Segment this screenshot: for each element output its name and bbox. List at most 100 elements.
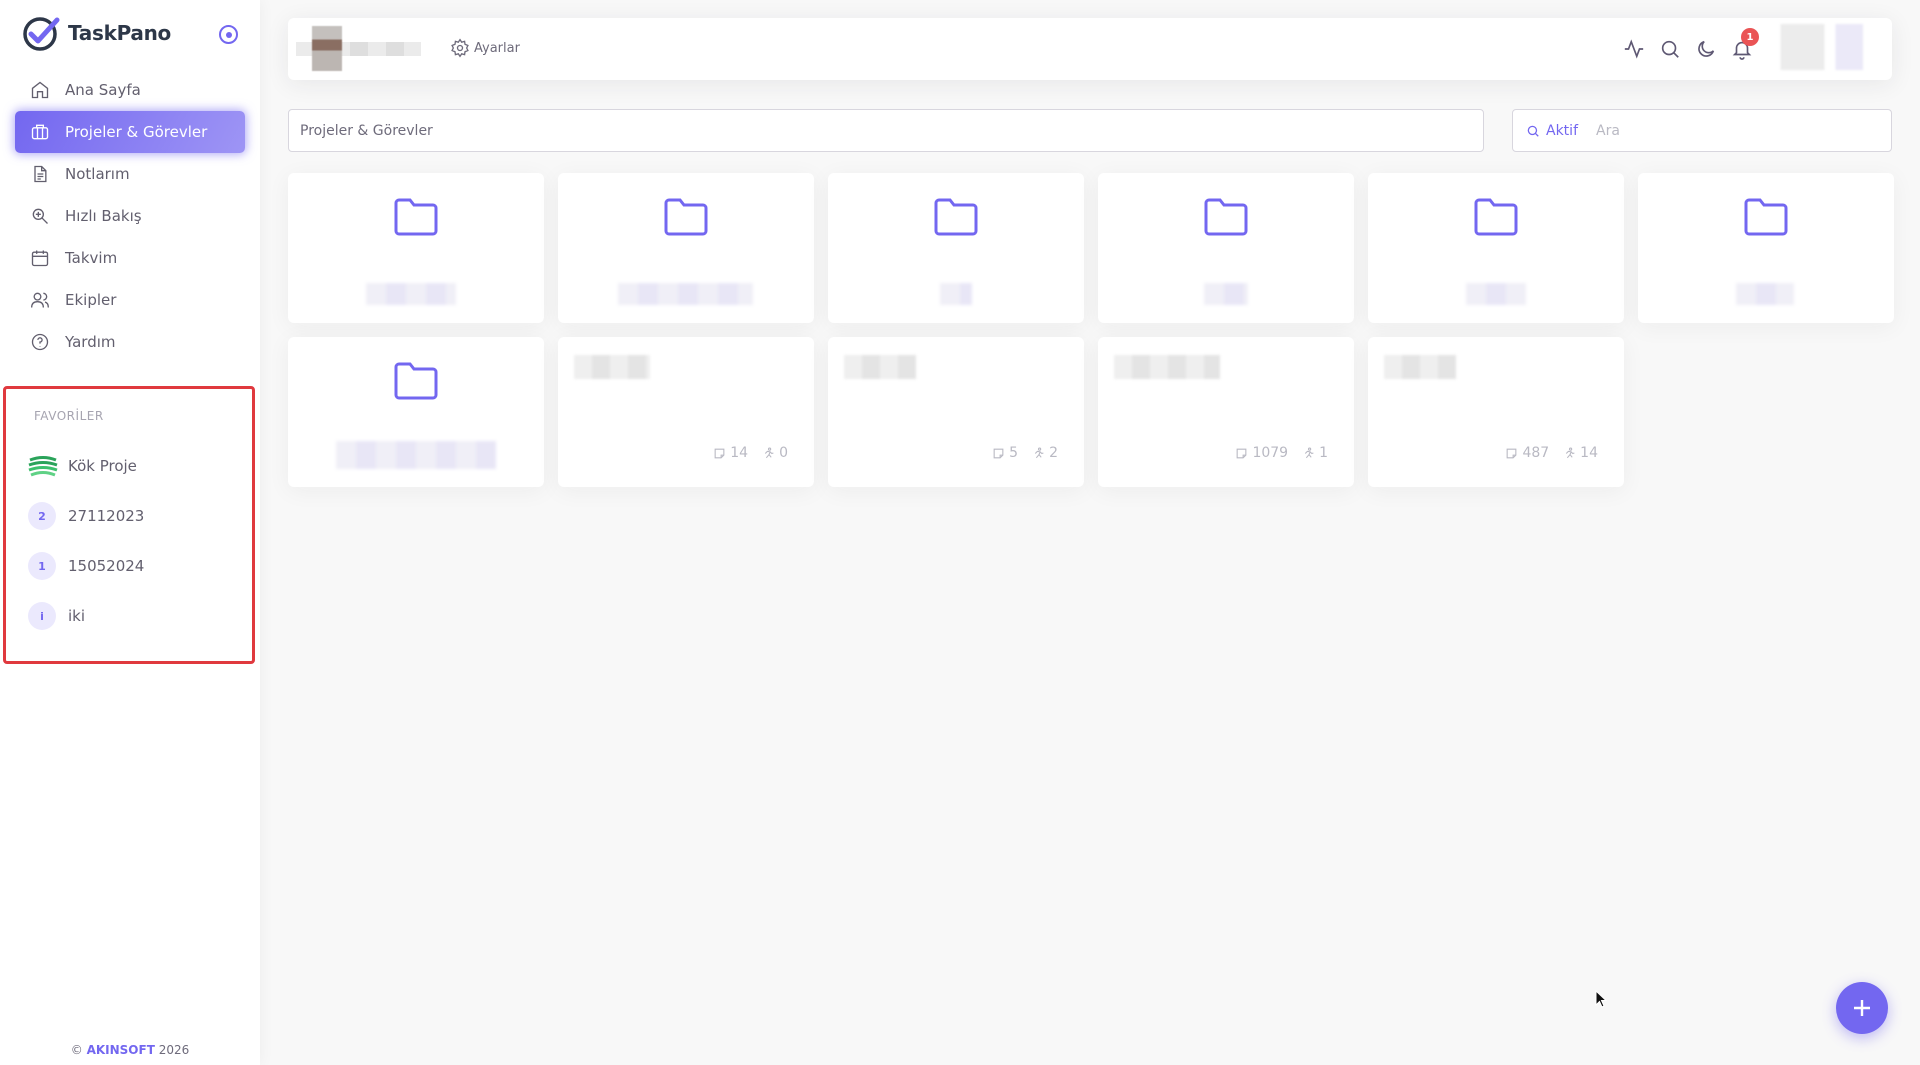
notes-count: 5	[992, 445, 1018, 461]
folder-icon	[392, 359, 440, 403]
user-profile-redacted[interactable]	[1775, 24, 1885, 70]
folder-card[interactable]	[1638, 173, 1894, 323]
favorite-item-iki[interactable]: i iki	[28, 601, 85, 631]
folder-card[interactable]	[828, 173, 1084, 323]
mouse-cursor-icon	[1595, 990, 1607, 1008]
task-stats: 14 0	[699, 445, 788, 461]
main-nav: Ana Sayfa Projeler & Görevler Notlarım H…	[15, 69, 245, 363]
favorite-label: 27112023	[68, 507, 145, 525]
nav-item-quick-view[interactable]: Hızlı Bakış	[15, 195, 245, 237]
nav-item-help[interactable]: Yardım	[15, 321, 245, 363]
breadcrumb: Projeler & Görevler	[288, 109, 1484, 152]
runner-icon	[1304, 447, 1314, 458]
runner-icon	[764, 447, 774, 458]
favorite-label: iki	[68, 607, 86, 625]
task-title-redacted	[1114, 355, 1220, 379]
workspace-avatar-redacted[interactable]	[312, 26, 342, 71]
nav-label: Ekipler	[65, 291, 117, 309]
users-icon	[31, 292, 49, 308]
folder-icon	[392, 195, 440, 239]
project-search[interactable]: Aktif	[1512, 109, 1892, 152]
nav-label: Hızlı Bakış	[65, 207, 142, 225]
folder-card[interactable]	[1368, 173, 1624, 323]
favorite-label: Kök Proje	[68, 457, 137, 475]
task-card[interactable]: 5 2	[828, 337, 1084, 487]
folder-name-redacted	[1466, 283, 1526, 305]
folder-card[interactable]	[288, 173, 544, 323]
avatar: 2	[28, 502, 56, 530]
favorite-item-kok-proje[interactable]: Kök Proje	[28, 451, 137, 481]
favorite-item-15052024[interactable]: 1 15052024	[28, 551, 144, 581]
top-navbar: Ayarlar 1	[288, 18, 1892, 80]
checkmark-logo-icon	[23, 17, 60, 51]
task-stats: 5 2	[978, 445, 1058, 461]
folder-name-redacted	[366, 283, 456, 305]
company-link[interactable]: AKINSOFT	[87, 1043, 155, 1057]
task-card[interactable]: 487 14	[1368, 337, 1624, 487]
brand-logo[interactable]: TaskPano	[22, 14, 247, 54]
task-title-redacted	[844, 355, 916, 379]
nav-label: Yardım	[65, 333, 116, 351]
nav-item-notes[interactable]: Notlarım	[15, 153, 245, 195]
notes-count: 487	[1505, 445, 1549, 461]
avatar: i	[28, 602, 56, 630]
nav-label: Takvim	[65, 249, 118, 267]
folder-name-redacted	[940, 283, 972, 305]
moon-icon	[1698, 40, 1715, 57]
folder-card[interactable]	[558, 173, 814, 323]
help-icon	[31, 333, 49, 351]
home-icon	[31, 81, 49, 99]
folder-icon	[662, 195, 710, 239]
sidebar-pin-toggle[interactable]	[219, 25, 238, 44]
nav-item-calendar[interactable]: Takvim	[15, 237, 245, 279]
nav-item-home[interactable]: Ana Sayfa	[15, 69, 245, 111]
status-filter-dropdown[interactable]: Aktif	[1546, 123, 1578, 139]
runner-icon	[1566, 447, 1575, 458]
settings-label: Ayarlar	[474, 40, 520, 56]
tasks-count: 2	[1032, 445, 1058, 461]
notifications-button[interactable]: 1	[1731, 28, 1759, 60]
activity-icon	[1624, 39, 1644, 59]
folder-icon	[932, 195, 980, 239]
notification-badge: 1	[1741, 28, 1759, 46]
task-card[interactable]: 1079 1	[1098, 337, 1354, 487]
dark-mode-toggle[interactable]	[1695, 38, 1717, 60]
task-title-redacted	[1384, 355, 1456, 379]
favorites-header: FAVORİLER	[34, 409, 104, 423]
tasks-count: 14	[1563, 445, 1598, 461]
nav-label: Projeler & Görevler	[65, 123, 208, 141]
tasks-count: 1	[1302, 445, 1328, 461]
folder-name-redacted	[618, 283, 753, 305]
folder-card[interactable]	[1098, 173, 1354, 323]
notes-count: 14	[713, 445, 748, 461]
folder-card[interactable]	[288, 337, 544, 487]
task-card[interactable]: 14 0	[558, 337, 814, 487]
nav-label: Notlarım	[65, 165, 130, 183]
favorite-label: 15052024	[68, 557, 145, 575]
folder-name-redacted	[336, 441, 496, 469]
nav-label: Ana Sayfa	[65, 81, 141, 99]
globe-logo-icon	[28, 452, 58, 480]
topbar-actions: 1	[1623, 28, 1767, 60]
note-icon	[1237, 448, 1247, 458]
search-button[interactable]	[1659, 38, 1681, 60]
tasks-count: 0	[762, 445, 788, 461]
settings-link[interactable]: Ayarlar	[450, 38, 520, 58]
search-input[interactable]	[1596, 122, 1856, 139]
favorite-item-27112023[interactable]: 2 27112023	[28, 501, 144, 531]
task-title-redacted	[574, 355, 650, 379]
activity-button[interactable]	[1623, 38, 1645, 60]
note-icon	[993, 448, 1004, 458]
note-icon	[1507, 448, 1517, 458]
nav-item-projects-tasks[interactable]: Projeler & Görevler	[15, 111, 245, 153]
notes-count: 1079	[1235, 445, 1288, 461]
folder-icon	[1742, 195, 1790, 239]
search-icon	[1661, 40, 1679, 58]
add-button[interactable]	[1836, 982, 1888, 1034]
folder-icon	[1472, 195, 1520, 239]
folder-name-redacted	[1204, 283, 1248, 305]
plus-icon	[1854, 1000, 1870, 1016]
folder-name-redacted	[1736, 283, 1794, 305]
folder-icon	[1202, 195, 1250, 239]
nav-item-teams[interactable]: Ekipler	[15, 279, 245, 321]
